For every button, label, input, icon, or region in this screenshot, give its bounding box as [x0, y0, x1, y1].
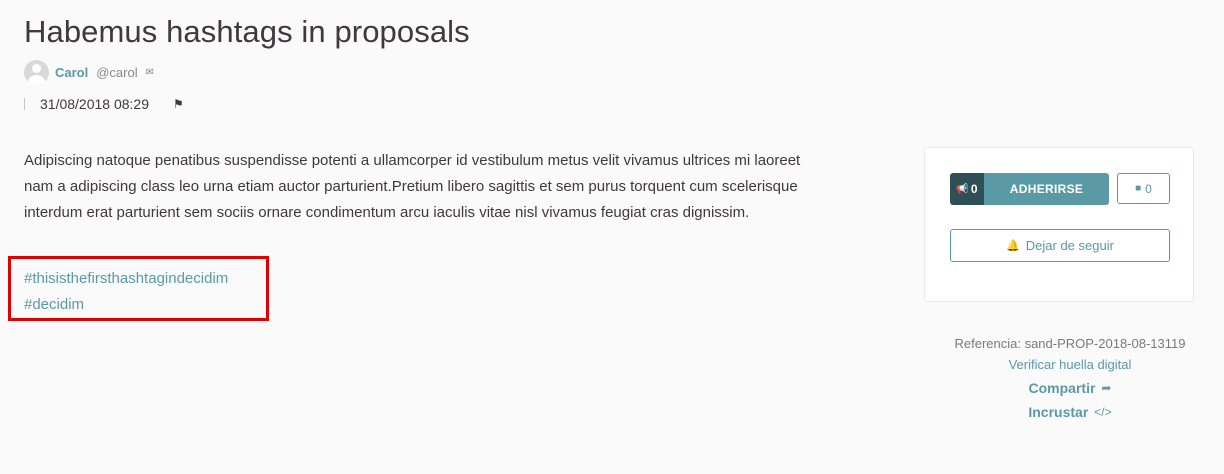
share-arrow-icon: ➦	[1101, 381, 1112, 395]
mail-icon[interactable]: ✉	[146, 67, 154, 78]
proposal-meta: 31/08/2018 08:29 ⚑	[24, 94, 184, 114]
support-button[interactable]: 📢 0 ADHERIRSE	[950, 173, 1109, 205]
proposal-page: Habemus hashtags in proposals Carol @car…	[0, 0, 1224, 474]
share-label: Compartir	[1028, 380, 1096, 396]
author-nickname: @carol	[96, 64, 138, 80]
comments-count: 0	[1145, 181, 1152, 196]
proposal-body: Adipiscing natoque penatibus suspendisse…	[24, 152, 801, 221]
comment-icon: ■	[1135, 183, 1142, 194]
avatar[interactable]	[24, 59, 49, 85]
code-icon: </>	[1094, 405, 1112, 419]
highlight-box	[8, 256, 269, 321]
embed-label: Incrustar	[1028, 404, 1089, 420]
side-info: Referencia: sand-PROP-2018-08-13119 Veri…	[924, 334, 1216, 424]
unfollow-button[interactable]: 🔔 Dejar de seguir	[950, 229, 1170, 262]
megaphone-icon: 📢	[956, 183, 969, 195]
support-count-value: 0	[970, 182, 978, 196]
divider	[24, 98, 25, 110]
follow-label: Dejar de seguir	[1025, 238, 1114, 253]
page-title: Habemus hashtags in proposals	[24, 14, 470, 49]
proposal-date: 31/08/2018 08:29	[40, 96, 149, 112]
support-count: 📢 0	[950, 173, 984, 205]
bell-icon: 🔔	[1006, 240, 1020, 252]
embed-link[interactable]: Incrustar </>	[1028, 400, 1111, 424]
reference-text: Referencia: sand-PROP-2018-08-13119	[954, 336, 1186, 351]
comments-button[interactable]: ■ 0	[1117, 173, 1170, 204]
support-label: ADHERIRSE	[984, 173, 1109, 205]
flag-icon[interactable]: ⚑	[173, 97, 184, 111]
author-name[interactable]: Carol	[55, 65, 88, 80]
share-link[interactable]: Compartir ➦	[1029, 376, 1112, 400]
actions-card: 📢 0 ADHERIRSE ■ 0 🔔 Dejar de seguir	[924, 147, 1194, 302]
fingerprint-link[interactable]: Verificar huella digital	[924, 354, 1216, 376]
author-info: Carol @carol ✉	[24, 59, 154, 85]
